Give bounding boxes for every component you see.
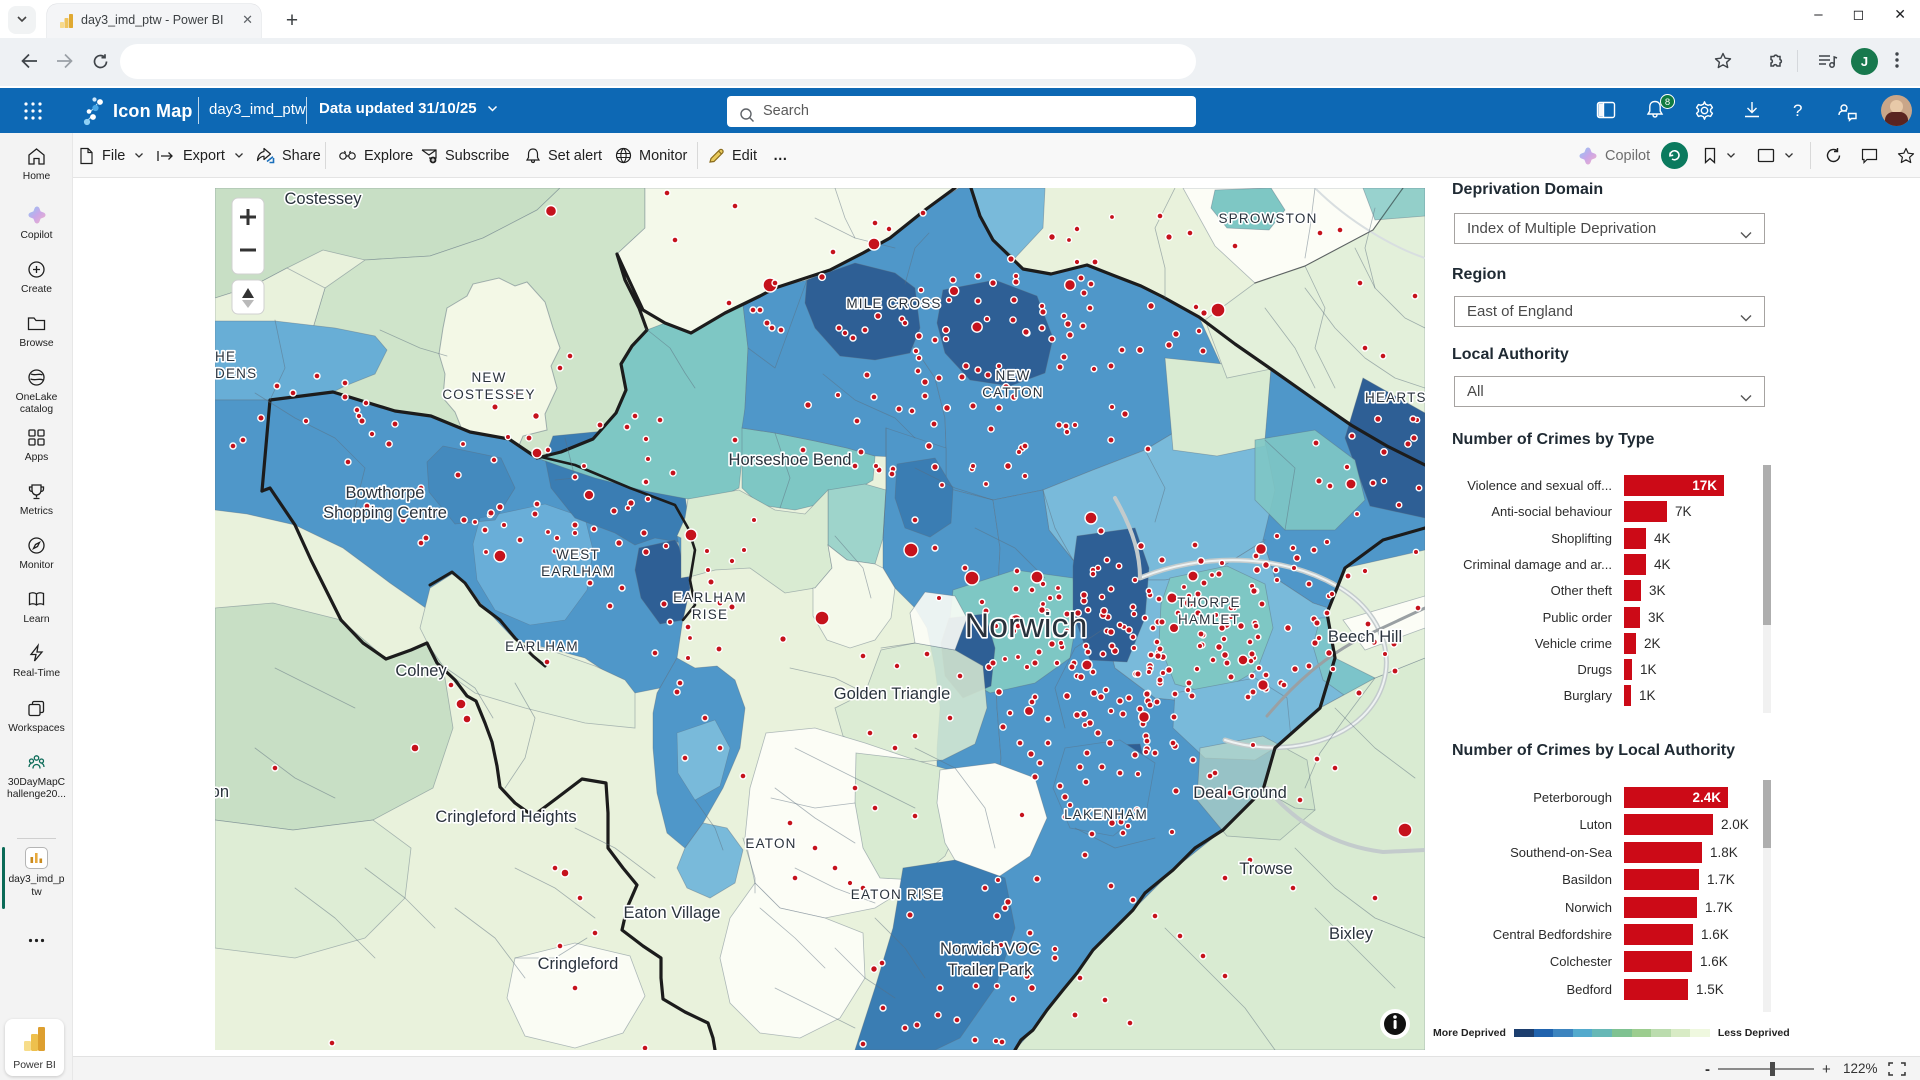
- svg-text:Norwich VOC: Norwich VOC: [940, 940, 1040, 958]
- svg-text:Bowthorpe: Bowthorpe: [346, 484, 425, 502]
- svg-text:Cringleford: Cringleford: [538, 955, 619, 973]
- svg-text:COSTESSEY: COSTESSEY: [442, 387, 535, 402]
- svg-text:Shopping Centre: Shopping Centre: [323, 504, 447, 522]
- svg-text:EATON RISE: EATON RISE: [851, 887, 944, 902]
- svg-text:Trailer Park: Trailer Park: [948, 961, 1033, 979]
- svg-text:EATON: EATON: [745, 836, 796, 851]
- svg-text:EARLHAM: EARLHAM: [673, 590, 747, 605]
- svg-text:lton: lton: [215, 783, 229, 801]
- svg-text:Golden Triangle: Golden Triangle: [834, 685, 951, 703]
- svg-text:HE: HE: [215, 349, 236, 364]
- svg-text:RISE: RISE: [692, 607, 728, 622]
- svg-text:THORPE: THORPE: [1177, 595, 1240, 610]
- svg-text:CATTON: CATTON: [982, 385, 1043, 400]
- svg-text:Trowse: Trowse: [1239, 860, 1292, 878]
- svg-text:MILE CROSS: MILE CROSS: [846, 296, 941, 311]
- svg-text:NEW: NEW: [471, 370, 506, 385]
- svg-text:SPROWSTON: SPROWSTON: [1218, 211, 1317, 226]
- svg-text:Horseshoe Bend: Horseshoe Bend: [729, 451, 852, 469]
- svg-text:Beech Hill: Beech Hill: [1328, 628, 1402, 646]
- svg-text:EARLHAM: EARLHAM: [541, 564, 615, 579]
- svg-text:Costessey: Costessey: [284, 190, 362, 208]
- svg-text:EARLHAM: EARLHAM: [505, 639, 579, 654]
- svg-text:Deal Ground: Deal Ground: [1193, 784, 1287, 802]
- svg-text:Bixley: Bixley: [1329, 925, 1374, 943]
- svg-text:Norwich: Norwich: [965, 607, 1088, 645]
- svg-text:DENS: DENS: [215, 366, 257, 381]
- svg-text:HEARTSE: HEARTSE: [1365, 390, 1425, 405]
- svg-text:WEST: WEST: [556, 547, 600, 562]
- svg-text:HAMLET: HAMLET: [1178, 612, 1240, 627]
- svg-text:Cringleford Heights: Cringleford Heights: [435, 808, 576, 826]
- svg-text:Colney: Colney: [395, 662, 447, 680]
- svg-text:NEW: NEW: [995, 368, 1030, 383]
- svg-text:Eaton Village: Eaton Village: [624, 904, 721, 922]
- svg-text:LAKENHAM: LAKENHAM: [1064, 807, 1148, 822]
